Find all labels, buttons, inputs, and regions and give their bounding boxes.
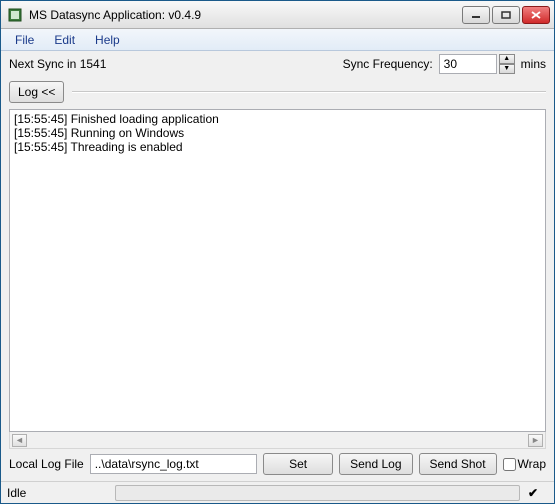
send-shot-button[interactable]: Send Shot	[419, 453, 497, 475]
sync-frequency-label: Sync Frequency:	[343, 57, 433, 71]
status-text: Idle	[7, 486, 107, 500]
statusbar: Idle ✔	[1, 481, 554, 503]
scroll-left-icon[interactable]: ◄	[12, 434, 27, 447]
log-toggle-row: Log <<	[9, 81, 546, 103]
scroll-right-icon[interactable]: ►	[528, 434, 543, 447]
separator	[72, 91, 546, 93]
menu-help[interactable]: Help	[85, 31, 130, 49]
sync-frequency-input[interactable]	[439, 54, 497, 74]
checkmark-icon: ✔	[528, 486, 548, 500]
progress-bar	[115, 485, 520, 501]
log-horizontal-scrollbar[interactable]: ◄ ►	[9, 432, 546, 449]
app-icon	[7, 7, 23, 23]
sync-frequency-spinner: ▲ ▼	[439, 54, 515, 74]
log-file-path-input[interactable]	[90, 454, 257, 474]
local-log-file-label: Local Log File	[9, 457, 84, 471]
menubar: File Edit Help	[1, 29, 554, 51]
menu-edit[interactable]: Edit	[44, 31, 85, 49]
next-sync-label: Next Sync in 1541	[9, 57, 343, 71]
window-title: MS Datasync Application: v0.4.9	[29, 8, 462, 22]
next-sync-value: 1541	[80, 57, 107, 71]
sync-frequency-unit: mins	[521, 57, 546, 71]
maximize-button[interactable]	[492, 6, 520, 24]
set-button[interactable]: Set	[263, 453, 333, 475]
titlebar: MS Datasync Application: v0.4.9	[1, 1, 554, 29]
send-log-button[interactable]: Send Log	[339, 453, 412, 475]
content-area: Next Sync in 1541 Sync Frequency: ▲ ▼ mi…	[1, 51, 554, 481]
minimize-button[interactable]	[462, 6, 490, 24]
close-button[interactable]	[522, 6, 550, 24]
log-toggle-button[interactable]: Log <<	[9, 81, 64, 103]
log-output[interactable]: [15:55:45] Finished loading application …	[9, 109, 546, 432]
wrap-checkbox[interactable]	[503, 458, 516, 471]
wrap-label: Wrap	[518, 457, 546, 471]
menu-file[interactable]: File	[5, 31, 44, 49]
next-sync-prefix: Next Sync in	[9, 57, 80, 71]
spinner-down-button[interactable]: ▼	[499, 64, 515, 74]
main-window: MS Datasync Application: v0.4.9 File Edi…	[0, 0, 555, 504]
spinner-up-button[interactable]: ▲	[499, 54, 515, 64]
wrap-checkbox-container: Wrap	[503, 457, 546, 471]
logfile-row: Local Log File Set Send Log Send Shot Wr…	[9, 453, 546, 475]
sync-row: Next Sync in 1541 Sync Frequency: ▲ ▼ mi…	[9, 53, 546, 75]
